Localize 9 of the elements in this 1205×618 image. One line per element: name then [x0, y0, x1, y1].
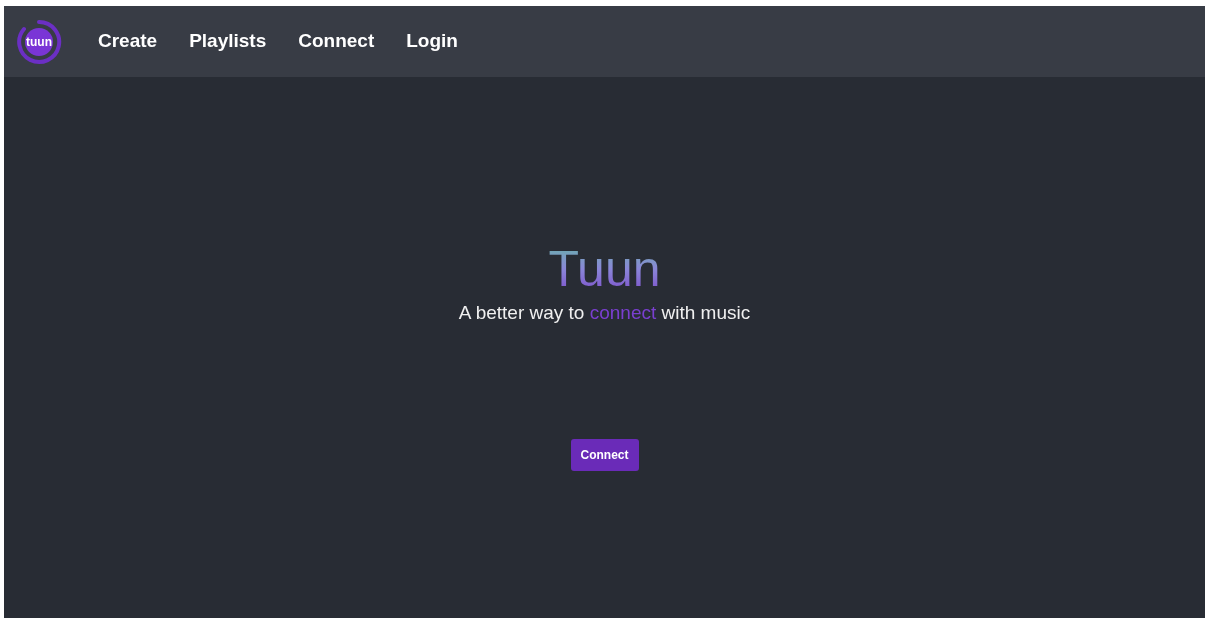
logo[interactable]: tuun — [16, 18, 62, 65]
logo-text: tuun — [26, 33, 52, 51]
nav-link[interactable]: Playlists — [175, 27, 281, 56]
ring-icon — [16, 18, 62, 65]
connect-button[interactable]: Connect — [570, 438, 639, 471]
nav-link[interactable]: Create — [84, 27, 172, 56]
nav-link[interactable]: Login — [392, 27, 472, 56]
nav-link[interactable]: Connect — [284, 27, 389, 56]
tagline: A better way to connect with music — [458, 301, 751, 325]
